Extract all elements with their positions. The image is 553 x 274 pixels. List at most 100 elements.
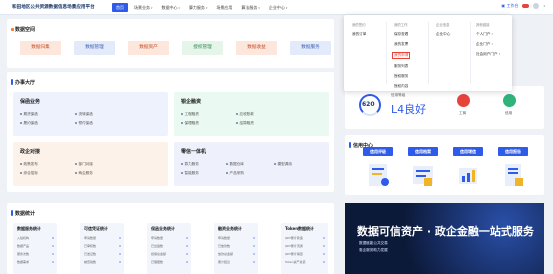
stat-label: 已理赔数 <box>151 260 164 264</box>
chevron-right-icon: › <box>490 42 493 46</box>
svc-item[interactable]: 结算融资 <box>236 121 254 126</box>
credit-level: L4良好 <box>391 103 427 116</box>
service-hall-panel: 办事大厅 保函业务 期货保函 流转保函 履约保函 预付保函 银企融资 工程融资 … <box>7 72 334 192</box>
avatar[interactable] <box>533 3 540 9</box>
tile-data-manage[interactable]: 数据管理 <box>74 41 115 55</box>
stat-title: 数据服务统计 <box>17 226 41 231</box>
menu-item-service-list[interactable]: 服务列表 <box>394 64 410 69</box>
stat-value: 0 <box>253 252 255 256</box>
tile-data-collect[interactable]: 数据归集 <box>20 41 61 55</box>
stat-card-financing: 融资业务统计 申请数量 0 已放款数 0 放款总金额 0 累计结息 0 <box>214 223 258 274</box>
svc-title: 零信一体机 <box>181 149 207 155</box>
service-hall-title: 办事大厅 <box>15 80 36 86</box>
svc-item[interactable]: 政策发布 <box>20 162 38 167</box>
dropdown-col-enterprise: 企业信息 企业中心 <box>436 22 450 37</box>
stat-card-token: Token数据统计 QKT累计铸造 0 QKT累计流通 0 QKT累计销毁 0 Tok… <box>281 223 328 274</box>
notification-badge[interactable] <box>522 4 530 8</box>
shield-icon <box>457 94 470 107</box>
stat-label: 数据需求 <box>17 260 30 264</box>
promo-banner[interactable]: 数据可信资产 · 政企金融一站式服务 数据赋能公共交易 惠企服务助力发展 <box>345 203 544 274</box>
nav-compute-service[interactable]: 算力服务 ▾ <box>186 3 210 12</box>
tile-authorization[interactable]: 授权管理 <box>182 41 223 55</box>
nav-scene-app[interactable]: 场景应用 <box>213 3 235 12</box>
dropdown-head: 我的签约 <box>352 23 366 27</box>
nav-home[interactable]: 首页 <box>112 3 128 12</box>
stat-value: 0 <box>253 260 255 264</box>
stat-value: 0 <box>323 244 325 248</box>
nav-algorithm[interactable]: 算法服务 ▾ <box>238 3 262 12</box>
stat-title: 融资业务统计 <box>218 226 242 231</box>
main-nav: 首页 场景业务 ▾ 数据中心 ▾ 算力服务 ▾ 场景应用 算法服务 ▾ 企业中心… <box>112 3 290 12</box>
stat-label: 数据产品 <box>17 244 30 248</box>
stat-label: 累计结息 <box>218 260 231 264</box>
stat-value: 0 <box>119 244 121 248</box>
credit-report-button[interactable]: 信用报告 <box>498 147 528 156</box>
svc-title: 银企融资 <box>181 99 202 105</box>
svc-block-guarantee[interactable]: 保函业务 期货保函 流转保函 履约保函 预付保函 <box>13 92 168 136</box>
svc-block-all-in-one[interactable]: 零信一体机 算力服务 数据仓库 模型调用 智能服务 产品采购 <box>174 142 329 186</box>
workbench-button[interactable]: ▣ 工作台 <box>501 3 518 9</box>
dropdown-head: 其他链接 <box>476 23 490 27</box>
svc-item[interactable]: 数据仓库 <box>226 162 244 167</box>
chevron-down-icon[interactable]: ▾ <box>543 4 545 8</box>
data-stats-title: 数据统计 <box>15 211 36 217</box>
svc-item[interactable]: 预付保函 <box>75 121 93 126</box>
banner-title: 数据可信资产 · 政企金融一站式服务 <box>357 225 534 238</box>
nav-scene-business[interactable]: 场景业务 ▾ <box>131 3 155 12</box>
svc-item[interactable]: 两企服务 <box>75 171 93 176</box>
svc-item[interactable]: 产品采购 <box>226 171 244 176</box>
svc-item[interactable]: 工程融资 <box>181 112 199 117</box>
svc-item[interactable]: 智能服务 <box>181 171 199 176</box>
credit-archive-button[interactable]: 信用档案 <box>408 147 438 156</box>
chevron-down-icon: ▾ <box>150 6 153 10</box>
credit-tag-credit: 信用 <box>505 111 513 115</box>
data-space-panel: 数据空间 数据归集 数据管理 数据资产 授权管理 数据收益 数据服务 <box>7 19 334 68</box>
check-icon <box>503 94 516 107</box>
svc-item[interactable]: 综合招标 <box>20 171 38 176</box>
credit-center-panel: 信用中心 信用评级 信用档案 信用增信 信用报告 <box>345 135 544 195</box>
stat-value: 0 <box>52 260 54 264</box>
chevron-down-icon: ▾ <box>284 6 288 10</box>
menu-item-auth-service[interactable]: 授权服务 <box>394 74 410 79</box>
stat-value: 0 <box>323 252 325 256</box>
stat-value: 0 <box>119 260 121 264</box>
svc-title: 保函业务 <box>20 99 41 105</box>
svc-block-bank-finance[interactable]: 银企融资 工程融资 应收账款 保理融资 结算融资 <box>174 92 329 136</box>
menu-item-personal-portal[interactable]: 个人门户 › <box>476 32 500 37</box>
credit-rating-button[interactable]: 信用评级 <box>363 147 393 156</box>
tile-data-service[interactable]: 数据服务 <box>290 41 331 55</box>
banner-line: 惠企服务助力发展 <box>359 248 388 252</box>
menu-item-my-orders[interactable]: 我的订单 <box>352 32 366 37</box>
tile-data-revenue[interactable]: 数据收益 <box>236 41 277 55</box>
stat-value: 0 <box>186 260 188 264</box>
svc-item[interactable]: 履约保函 <box>20 121 38 126</box>
svc-item[interactable]: 应收账款 <box>236 112 254 117</box>
tile-data-asset[interactable]: 数据资产 <box>128 41 169 55</box>
nav-data-center[interactable]: 数据中心 ▾ <box>158 3 182 12</box>
credit-enhance-button[interactable]: 信用增信 <box>453 147 483 156</box>
svc-item[interactable]: 期货保函 <box>20 112 38 117</box>
svc-item[interactable]: 模型调用 <box>274 162 292 167</box>
nav-enterprise[interactable]: 企业中心 ▾ <box>266 3 290 12</box>
svc-item[interactable]: 算力服务 <box>181 162 199 167</box>
menu-item-enterprise-portal[interactable]: 企业门户 › <box>476 42 500 47</box>
menu-item-public-portal[interactable]: 社会用户门户 › <box>476 52 500 57</box>
stat-title: Token数据统计 <box>285 226 315 231</box>
stat-label: 担保总金额 <box>151 252 167 256</box>
stat-label: 服务次数 <box>17 252 30 256</box>
menu-item-save-view[interactable]: 保存查看 <box>394 32 410 37</box>
menu-item-auth-content[interactable]: 授权内容 <box>394 84 410 89</box>
svc-item[interactable]: 部门对接 <box>75 162 93 167</box>
title-accent <box>11 28 14 31</box>
stat-value: 0 <box>323 236 325 240</box>
credit-tag-business: 工商 <box>459 111 467 115</box>
svc-item[interactable]: 流转保函 <box>75 112 93 117</box>
menu-item-my-application[interactable]: 我的申请 <box>392 52 411 59</box>
svc-item[interactable]: 保理融资 <box>181 121 199 126</box>
svc-block-gov-enterprise[interactable]: 政企对接 政策发布 部门对接 综合招标 两企服务 <box>13 142 168 186</box>
report-illustration <box>505 164 523 186</box>
menu-item-enterprise-center[interactable]: 企业中心 <box>436 32 450 37</box>
dropdown-col-links: 其他链接 个人门户 › 企业门户 › 社会用户门户 › <box>476 22 500 57</box>
menu-item-my-invoice[interactable]: 我的发票 <box>394 42 410 47</box>
stat-label: QKT累计销毁 <box>285 252 303 256</box>
